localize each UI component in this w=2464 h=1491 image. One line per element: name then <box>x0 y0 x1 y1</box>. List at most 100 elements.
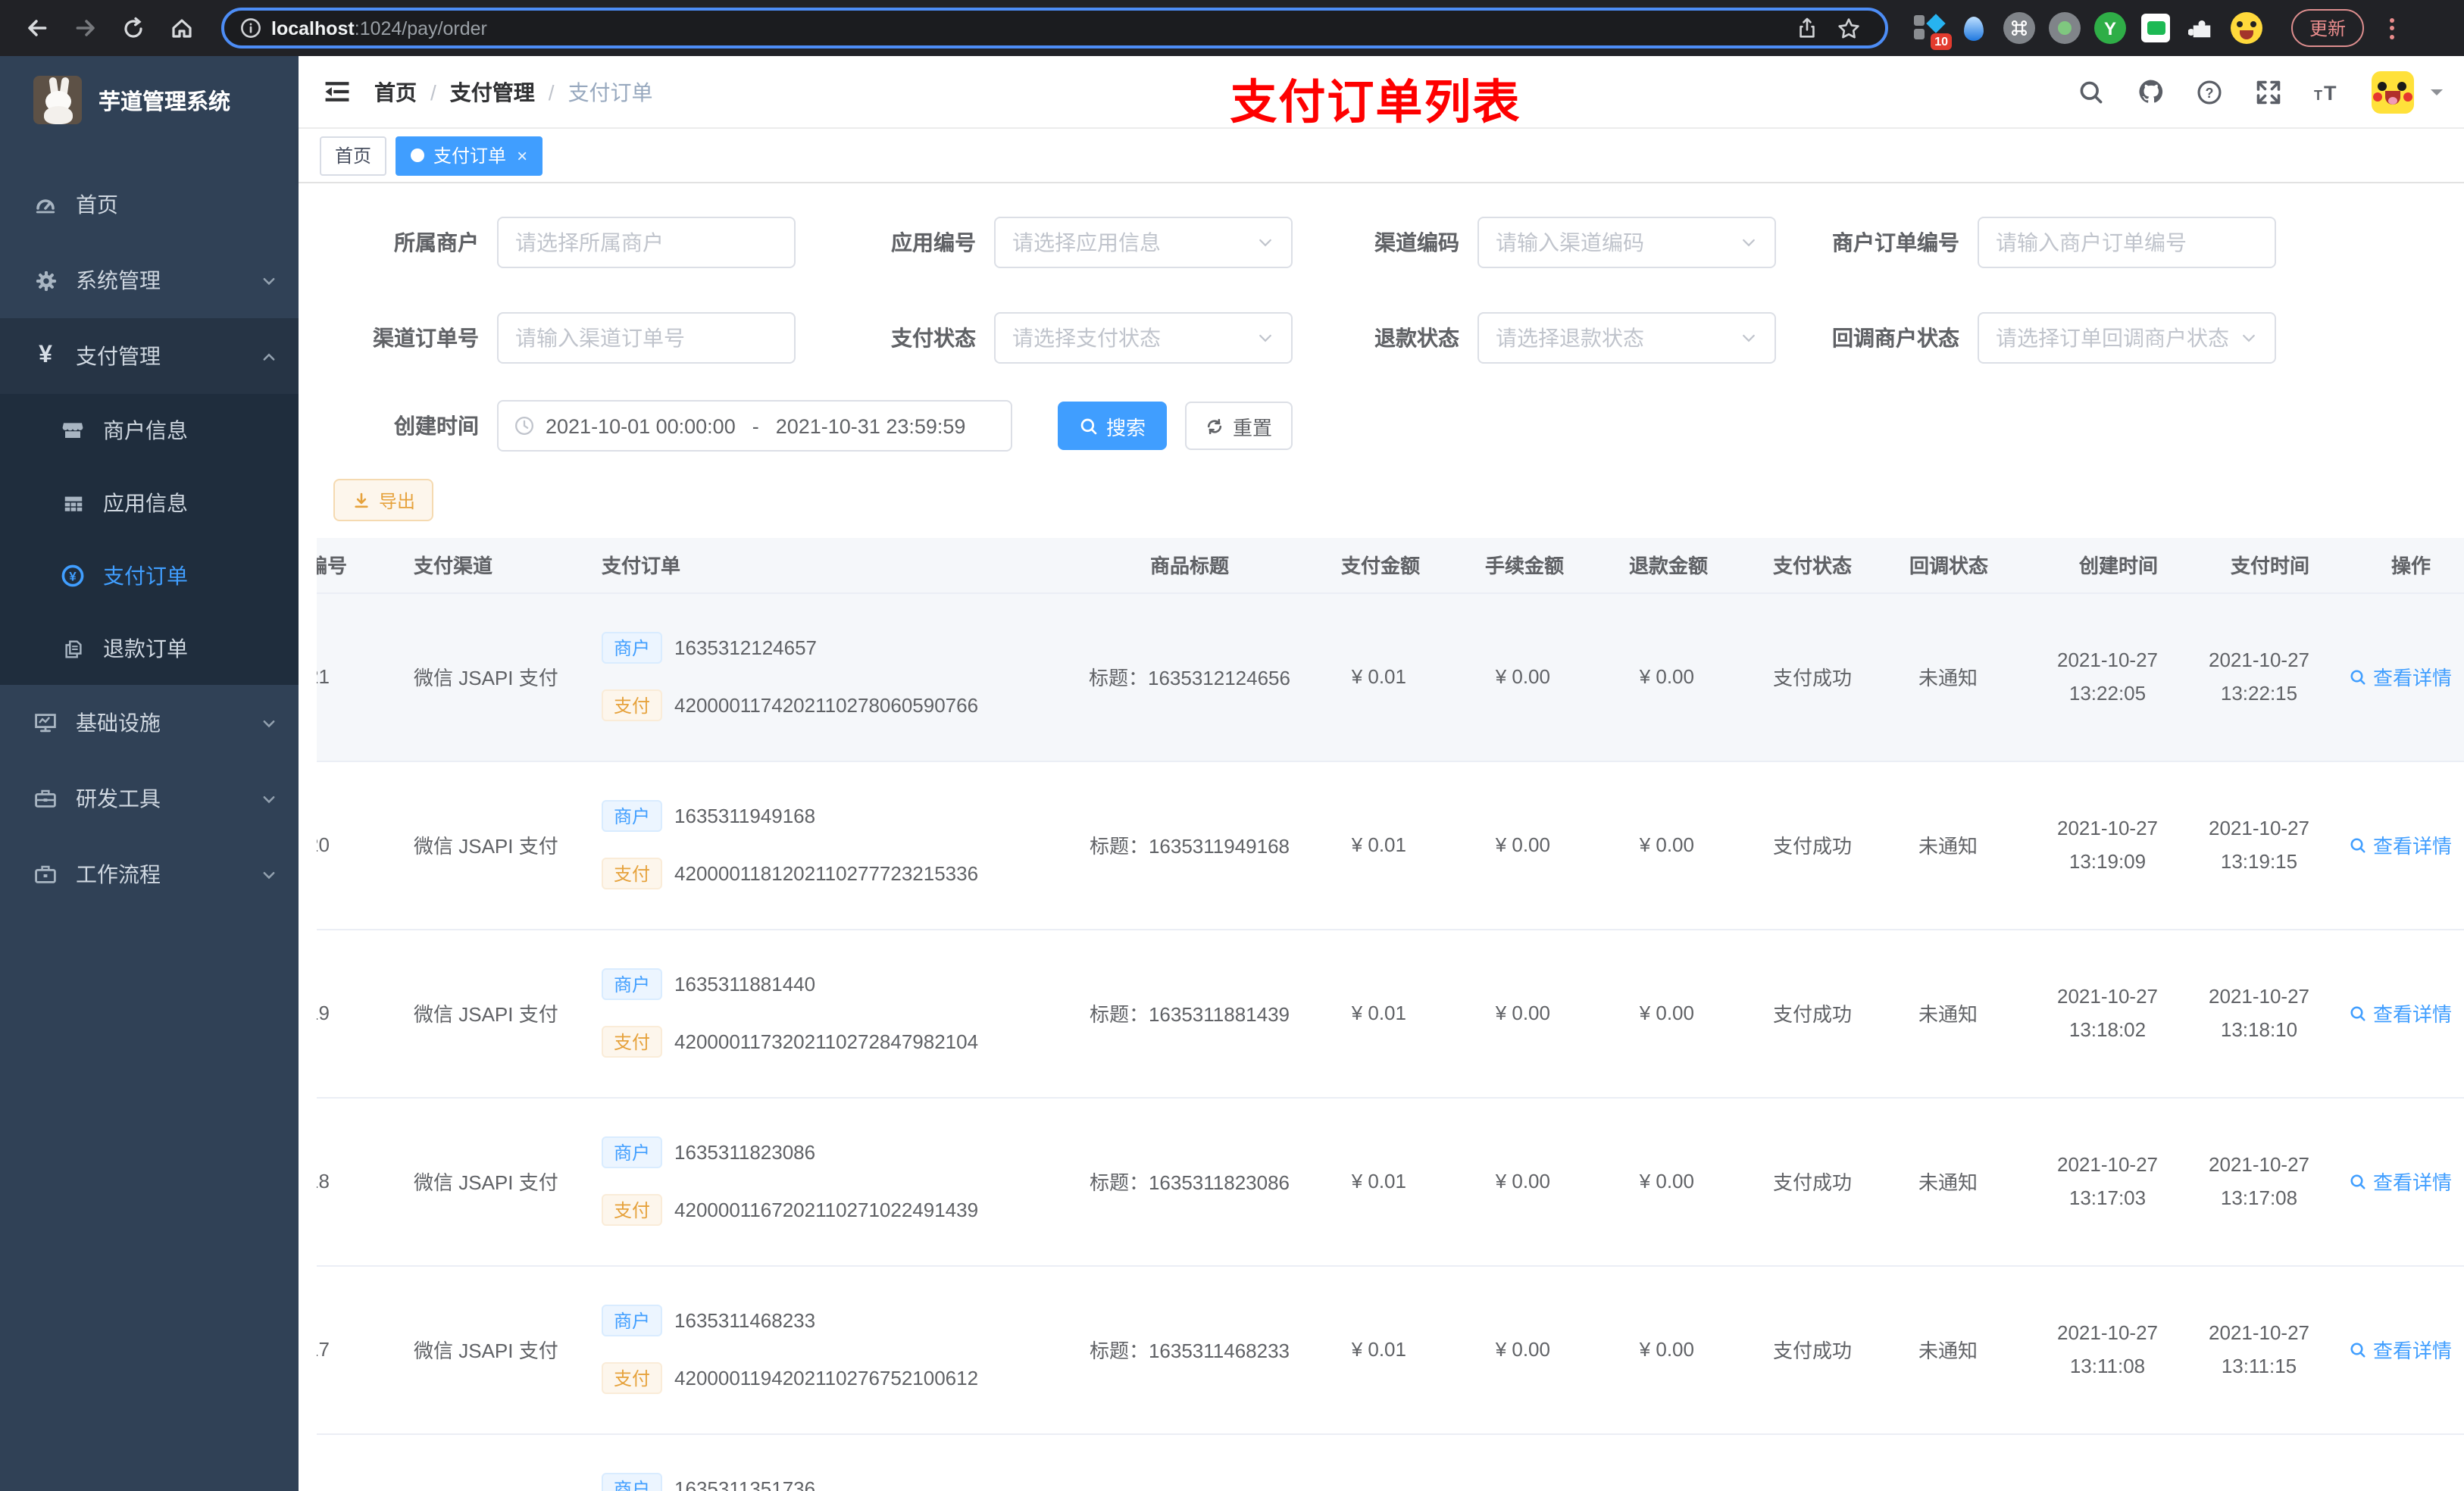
notify-status: 未通知 <box>1909 761 2046 930</box>
ext-balloon-icon[interactable] <box>1958 12 1990 44</box>
search-button[interactable]: 搜索 <box>1058 402 1167 450</box>
share-icon[interactable] <box>1796 17 1818 39</box>
sidebar-item-label: 首页 <box>76 192 118 217</box>
title-prefix: 标题： <box>1089 1171 1149 1194</box>
github-icon[interactable] <box>2135 77 2165 107</box>
sidebar-item-home[interactable]: 首页 <box>0 167 299 242</box>
pay-amount: ¥ 0.01 <box>1341 929 1485 1098</box>
sidebar-item-workflow[interactable]: 工作流程 <box>0 836 299 912</box>
pay-amount: ¥ 0.01 <box>1341 761 1485 930</box>
table-row: 20 微信 JSAPI 支付 商户1635311949168 支付4200001… <box>317 761 2464 930</box>
app-select[interactable]: 请选择应用信息 <box>994 217 1293 268</box>
sidebar-item-app-info[interactable]: 应用信息 <box>0 467 299 539</box>
bookmark-star-icon[interactable] <box>1837 16 1861 40</box>
ext-emoji-icon[interactable] <box>2231 12 2262 44</box>
breadcrumb-home[interactable]: 首页 <box>374 77 417 107</box>
merchant-select[interactable]: 请选择所属商户 <box>497 217 796 268</box>
product-title: 1635311823086 <box>1148 1171 1290 1194</box>
reload-button[interactable] <box>114 8 153 48</box>
pay-amount: ¥ 0.01 <box>1341 592 1485 761</box>
title-prefix: 标题： <box>1088 667 1148 689</box>
svg-text:T: T <box>2324 81 2337 104</box>
ext-chat-icon[interactable] <box>2140 12 2172 44</box>
col-pay-time: 支付时间 <box>2197 538 2349 593</box>
navbar-actions: ? TT <box>2076 70 2443 113</box>
home-icon <box>172 18 192 37</box>
notify-status: 未通知 <box>1909 1097 2046 1266</box>
content: 所属商户 请选择所属商户 应用编号 请选择应用信息 渠道编码 请输入渠道编码 商… <box>299 183 2464 1491</box>
channel-order-no-input[interactable]: 请输入渠道订单号 <box>497 312 796 364</box>
chevron-down-icon <box>261 866 277 883</box>
merchant-order-no-input[interactable]: 请输入商户订单编号 <box>1978 217 2276 268</box>
refund-status-select[interactable]: 请选择退款状态 <box>1477 312 1776 364</box>
site-info-icon[interactable] <box>239 17 262 39</box>
fee-amount <box>1485 1433 1629 1491</box>
filter-app: 应用编号 请选择应用信息 <box>812 217 1293 268</box>
magnifier-icon <box>2350 837 2366 852</box>
tag-pay-order[interactable]: 支付订单 × <box>396 136 543 175</box>
view-detail-label: 查看详情 <box>2373 835 2453 858</box>
notify-status: 未通知 <box>1909 592 2046 761</box>
home-button[interactable] <box>162 8 202 48</box>
export-button[interactable]: 导出 <box>333 479 434 521</box>
fullscreen-icon[interactable] <box>2253 77 2284 107</box>
col-notify-status: 回调状态 <box>1909 538 2046 593</box>
svg-text:¥: ¥ <box>69 569 77 583</box>
browser-menu-icon[interactable] <box>2390 17 2395 39</box>
ext-record-icon[interactable] <box>2049 12 2081 44</box>
channel-code-select[interactable]: 请输入渠道编码 <box>1477 217 1776 268</box>
notify-status-select[interactable]: 请选择订单回调商户状态 <box>1978 312 2276 364</box>
pay-date: 2021-10-27 <box>2209 816 2309 839</box>
chevron-down-icon <box>2240 329 2258 347</box>
create-time: 13:22:05 <box>2068 681 2147 704</box>
refresh-icon <box>1208 417 1223 434</box>
breadcrumb-pay-manage[interactable]: 支付管理 <box>450 77 535 107</box>
sidebar-item-system[interactable]: 系统管理 <box>0 242 299 318</box>
col-pay-status: 支付状态 <box>1773 538 1909 593</box>
refund-amount: ¥ 0.00 <box>1629 929 1773 1098</box>
tag-home[interactable]: 首页 <box>320 136 387 175</box>
ext-command-icon[interactable] <box>2003 12 2035 44</box>
date-separator: - <box>752 414 759 437</box>
search-icon[interactable] <box>2076 77 2106 107</box>
sidebar-item-pay[interactable]: ¥ 支付管理 <box>0 318 299 394</box>
avatar[interactable] <box>2372 70 2414 113</box>
pay-tag: 支付 <box>602 1194 663 1226</box>
pay-status-select[interactable]: 请选择支付状态 <box>994 312 1293 364</box>
sidebar-item-dev-tools[interactable]: 研发工具 <box>0 761 299 836</box>
pay-tag: 支付 <box>602 858 663 889</box>
pay-time: 13:11:15 <box>2221 1354 2297 1377</box>
reset-button[interactable]: 重置 <box>1185 402 1293 450</box>
ext-tabs-icon[interactable]: 10 <box>1912 12 1952 50</box>
font-size-icon[interactable]: TT <box>2312 77 2343 107</box>
collapse-sidebar-button[interactable] <box>320 75 353 108</box>
forward-button[interactable] <box>65 8 105 48</box>
sidebar-item-merchant-info[interactable]: 商户信息 <box>0 394 299 467</box>
merchant-order-no: 1635311823086 <box>674 1141 816 1164</box>
help-icon[interactable]: ? <box>2194 77 2225 107</box>
view-detail-link[interactable]: 查看详情 <box>2349 1167 2452 1196</box>
view-detail-link[interactable]: 查看详情 <box>2349 999 2452 1027</box>
browser-toolbar: localhost:1024/pay/order 10 Y 更新 <box>0 0 2464 56</box>
product-title: 1635312124656 <box>1148 667 1290 689</box>
sidebar-item-infrastructure[interactable]: 基础设施 <box>0 685 299 761</box>
merchant-order-no: 1635311351736 <box>674 1477 816 1491</box>
ext-y-icon[interactable]: Y <box>2094 12 2126 44</box>
col-title: 商品标题 <box>1038 538 1341 593</box>
back-button[interactable] <box>17 8 56 48</box>
filter-merchant-order-no: 商户订单编号 请输入商户订单编号 <box>1796 217 2276 268</box>
close-icon[interactable]: × <box>517 145 527 166</box>
sidebar-item-pay-order[interactable]: ¥ 支付订单 <box>0 539 299 612</box>
view-detail-link[interactable]: 查看详情 <box>2349 1335 2452 1364</box>
view-detail-link[interactable]: 查看详情 <box>2349 662 2452 691</box>
view-detail-label: 查看详情 <box>2373 1171 2453 1194</box>
filter-channel-order-no: 渠道订单号 请输入渠道订单号 <box>315 312 796 364</box>
date-range-input[interactable]: 2021-10-01 00:00:00 - 2021-10-31 23:59:5… <box>497 400 1012 452</box>
url-bar[interactable]: localhost:1024/pay/order <box>221 8 1888 48</box>
pay-order-no: 4200001173202110272847982104 <box>674 1030 979 1053</box>
update-button[interactable]: 更新 <box>2291 9 2365 47</box>
merchant-tag: 商户 <box>602 1305 663 1336</box>
view-detail-link[interactable]: 查看详情 <box>2349 830 2452 859</box>
ext-puzzle-icon[interactable] <box>2185 12 2217 44</box>
sidebar-item-refund-order[interactable]: 退款订单 <box>0 612 299 685</box>
